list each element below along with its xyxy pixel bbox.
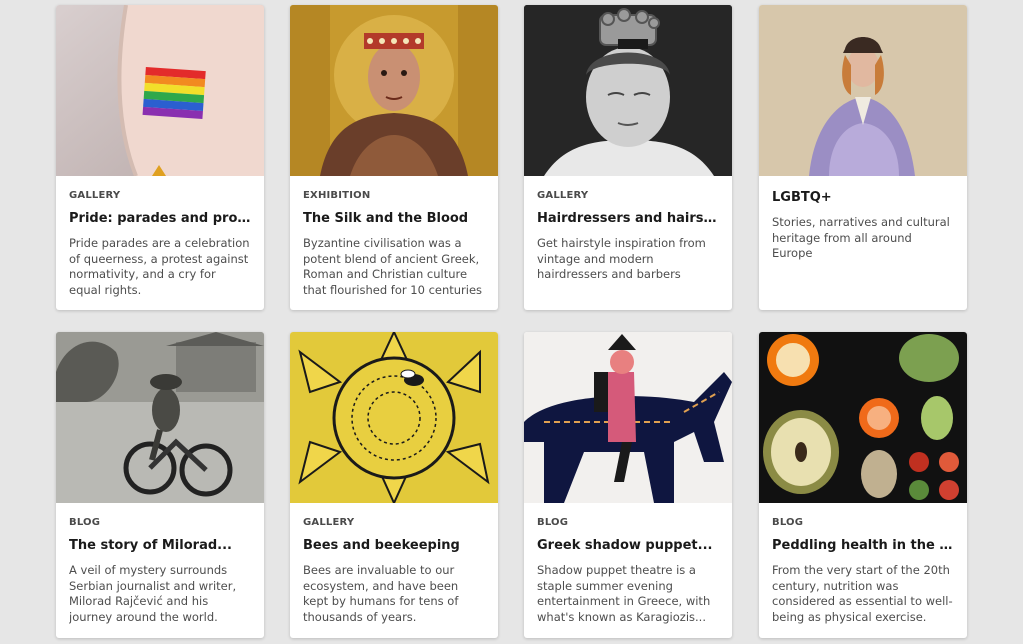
card-title[interactable]: Greek shadow puppet... (537, 537, 719, 555)
card-type-label: GALLERY (69, 190, 121, 201)
card-title[interactable]: The Silk and the Blood (303, 210, 485, 228)
card-type-label: BLOG (772, 517, 804, 528)
card-title[interactable]: LGBTQ+ (772, 189, 954, 207)
card-description: Stories, narratives and cultural heritag… (772, 215, 950, 260)
card-image-sunflower[interactable] (290, 332, 498, 503)
card-image-motorbike[interactable] (56, 332, 264, 503)
card-shadow-puppet[interactable]: BLOG Greek shadow puppet... Shadow puppe… (524, 332, 732, 638)
card-image-portrait[interactable] (759, 5, 967, 176)
card-description: Get hairstyle inspiration from vintage a… (537, 236, 706, 281)
card-image-fruits[interactable] (759, 332, 967, 503)
card-title[interactable]: The story of Milorad... (69, 537, 251, 555)
card-title[interactable]: Peddling health in the 20th... (772, 537, 954, 555)
card-lgbtq[interactable]: LGBTQ+ Stories, narratives and cultural … (759, 5, 967, 310)
card-type-label: EXHIBITION (303, 190, 371, 201)
card-silk-and-blood[interactable]: EXHIBITION The Silk and the Blood Byzant… (290, 5, 498, 310)
card-description: Shadow puppet theatre is a staple summer… (537, 563, 711, 624)
card-peddling-health[interactable]: BLOG Peddling health in the 20th... From… (759, 332, 967, 638)
card-pride[interactable]: GALLERY Pride: parades and protests Prid… (56, 5, 264, 310)
card-type-label: BLOG (69, 517, 101, 528)
card-image-puppet[interactable] (524, 332, 732, 503)
card-image-byzantine[interactable] (290, 5, 498, 176)
card-milorad[interactable]: BLOG The story of Milorad... A veil of m… (56, 332, 264, 638)
card-title[interactable]: Hairdressers and hairstyles (537, 210, 719, 228)
card-description: Bees are invaluable to our ecosystem, an… (303, 563, 459, 624)
card-description: Pride parades are a celebration of queer… (69, 236, 250, 297)
card-type-label: GALLERY (303, 517, 355, 528)
card-type-label: BLOG (537, 517, 569, 528)
card-title[interactable]: Pride: parades and protests (69, 210, 251, 228)
card-hairdressers[interactable]: GALLERY Hairdressers and hairstyles Get … (524, 5, 732, 310)
card-image-pride[interactable] (56, 5, 264, 176)
card-description: Byzantine civilisation was a potent blen… (303, 236, 483, 297)
card-description: A veil of mystery surrounds Serbian jour… (69, 563, 237, 624)
card-description: From the very start of the 20th century,… (772, 563, 953, 624)
card-bees[interactable]: GALLERY Bees and beekeeping Bees are inv… (290, 332, 498, 638)
card-title[interactable]: Bees and beekeeping (303, 537, 485, 555)
card-image-hairdresser[interactable] (524, 5, 732, 176)
card-type-label: GALLERY (537, 190, 589, 201)
